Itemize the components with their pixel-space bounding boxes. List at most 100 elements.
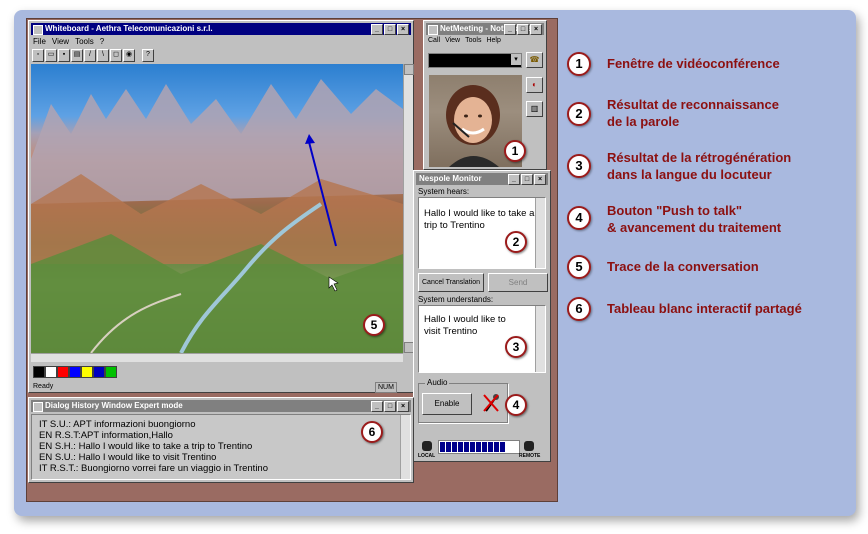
line-icon[interactable]: \ <box>97 49 109 62</box>
hang-up-button[interactable]: ◐ <box>526 77 543 93</box>
history-titlebar[interactable]: Dialog History Window Expert mode _ □ × <box>31 400 411 412</box>
legend-item-5: 5 Trace de la conversation <box>567 255 759 279</box>
open-icon[interactable]: ▭ <box>45 49 57 62</box>
call-address-combo[interactable]: ▾ <box>428 53 522 68</box>
lock-icon[interactable]: ◉ <box>123 49 135 62</box>
np-maximize-button[interactable]: □ <box>521 174 533 185</box>
legend-text: Trace de la conversation <box>607 259 759 274</box>
legend-number: 1 <box>567 52 591 76</box>
whiteboard-menubar: File View Tools ? <box>33 37 104 46</box>
system-understands-text: Hallo I would like to visit Trentino <box>424 314 506 337</box>
color-darkblue[interactable] <box>93 366 105 378</box>
menu-view[interactable]: View <box>52 37 69 46</box>
legend-text: Résultat de reconnaissance de la parole <box>607 97 779 129</box>
history-line: EN R.S.T:APT information,Hallo <box>39 430 173 441</box>
legend-item-4: 4 Bouton "Push to talk" & avancement du … <box>567 202 781 236</box>
nm-menu-view[interactable]: View <box>445 37 460 44</box>
callout-badge-6: 6 <box>361 421 383 443</box>
maximize-button[interactable]: □ <box>384 24 396 35</box>
legend-item-3: 3 Résultat de la rétrogénération dans la… <box>567 149 791 183</box>
save-icon[interactable]: ▪ <box>58 49 70 62</box>
nm-menu-help[interactable]: Help <box>486 37 500 44</box>
history-line: EN S.U.: Hallo I would like to visit Tre… <box>39 452 217 463</box>
place-call-button[interactable]: ☎ <box>526 52 543 68</box>
history-lines: IT S.U.: APT informazioni buongiorno EN … <box>39 419 268 474</box>
netmeeting-window: NetMeeting - Not in a Call _ □ × Call Vi… <box>423 20 547 170</box>
system-hears-label: System hears: <box>418 187 470 196</box>
nm-maximize-button[interactable]: □ <box>517 24 529 35</box>
cancel-translation-button[interactable]: Cancel Translation <box>418 273 484 292</box>
map-horizontal-scrollbar[interactable] <box>31 353 403 362</box>
color-black[interactable] <box>33 366 45 378</box>
history-scrollbar[interactable] <box>400 415 410 479</box>
legend-number: 5 <box>567 255 591 279</box>
legend-item-6: 6 Tableau blanc interactif partagé <box>567 297 802 321</box>
new-icon[interactable]: ▫ <box>32 49 44 62</box>
legend-number: 4 <box>567 206 591 230</box>
status-num: NUM <box>375 382 397 393</box>
close-button[interactable]: × <box>397 24 409 35</box>
processing-progress-fill <box>440 442 506 452</box>
dropdown-arrow-icon[interactable]: ▾ <box>511 54 521 65</box>
nm-minimize-button[interactable]: _ <box>504 24 516 35</box>
directory-button[interactable]: ▥ <box>526 101 543 117</box>
local-label: LOCAL <box>418 453 436 459</box>
menu-tools[interactable]: Tools <box>75 37 94 46</box>
np-minimize-button[interactable]: _ <box>508 174 520 185</box>
hist-maximize-button[interactable]: □ <box>384 401 396 412</box>
callout-badge-5: 5 <box>363 314 385 336</box>
shared-map-canvas[interactable] <box>31 64 403 353</box>
legend-text: Résultat de la rétrogénération dans la l… <box>607 150 792 182</box>
hist-close-button[interactable]: × <box>397 401 409 412</box>
legend-number: 3 <box>567 154 591 178</box>
print-icon[interactable]: ▤ <box>71 49 83 62</box>
whiteboard-window: Whiteboard - Aethra Telecomunicazioni s.… <box>28 20 414 393</box>
system-hears-text: Hallo I would like to take a trip to Tre… <box>424 208 535 231</box>
understands-scrollbar[interactable] <box>535 306 545 372</box>
color-yellow[interactable] <box>81 366 93 378</box>
callout-badge-2: 2 <box>505 231 527 253</box>
remote-label: REMOTE <box>519 453 541 459</box>
system-understands-label: System understands: <box>418 295 494 304</box>
history-text-area: IT S.U.: APT informazioni buongiorno EN … <box>31 414 411 480</box>
callout-badge-4: 4 <box>505 394 527 416</box>
map-vertical-scrollbar[interactable] <box>403 64 414 353</box>
netmeeting-icon <box>428 25 438 35</box>
history-line: EN S.H.: Hallo I would like to take a tr… <box>39 441 253 452</box>
menu-help[interactable]: ? <box>100 37 104 46</box>
hears-scrollbar[interactable] <box>535 198 545 268</box>
send-button[interactable]: Send <box>488 273 548 292</box>
netmeeting-menubar: Call View Tools Help <box>428 37 501 44</box>
np-close-button[interactable]: × <box>534 174 546 185</box>
nm-menu-tools[interactable]: Tools <box>465 37 481 44</box>
audio-label: Audio <box>425 378 450 387</box>
whiteboard-titlebar[interactable]: Whiteboard - Aethra Telecomunicazioni s.… <box>31 23 411 35</box>
color-blue[interactable] <box>69 366 81 378</box>
nespole-titlebar[interactable]: Nespole Monitor _ □ × <box>416 173 548 185</box>
whiteboard-statusbar: Ready NUM <box>31 382 411 393</box>
nm-close-button[interactable]: × <box>530 24 542 35</box>
hist-minimize-button[interactable]: _ <box>371 401 383 412</box>
pen-icon[interactable]: / <box>84 49 96 62</box>
legend-text: Fenêtre de vidéoconférence <box>607 56 780 71</box>
nm-menu-call[interactable]: Call <box>428 37 440 44</box>
callout-badge-1: 1 <box>504 140 526 162</box>
color-green[interactable] <box>105 366 117 378</box>
select-icon[interactable]: ◻ <box>110 49 122 62</box>
microphone-muted-icon <box>483 394 499 412</box>
legend-item-2: 2 Résultat de reconnaissance de la parol… <box>567 96 779 130</box>
netmeeting-titlebar[interactable]: NetMeeting - Not in a Call _ □ × <box>426 23 544 35</box>
legend-text: Tableau blanc interactif partagé <box>607 301 802 316</box>
map-illustration <box>31 79 403 353</box>
nespole-monitor-window: Nespole Monitor _ □ × System hears: Hall… <box>413 170 551 462</box>
color-white[interactable] <box>45 366 57 378</box>
callout-badge-3: 3 <box>505 336 527 358</box>
color-red[interactable] <box>57 366 69 378</box>
minimize-button[interactable]: _ <box>371 24 383 35</box>
dialog-history-window: Dialog History Window Expert mode _ □ × … <box>28 397 414 483</box>
enable-push-to-talk-button[interactable]: Enable <box>422 393 472 415</box>
menu-file[interactable]: File <box>33 37 46 46</box>
nespole-title: Nespole Monitor <box>419 174 482 183</box>
whiteboard-toolbar: ▫ ▭ ▪ ▤ / \ ◻ ◉ ? <box>32 49 154 62</box>
help-icon[interactable]: ? <box>142 49 154 62</box>
